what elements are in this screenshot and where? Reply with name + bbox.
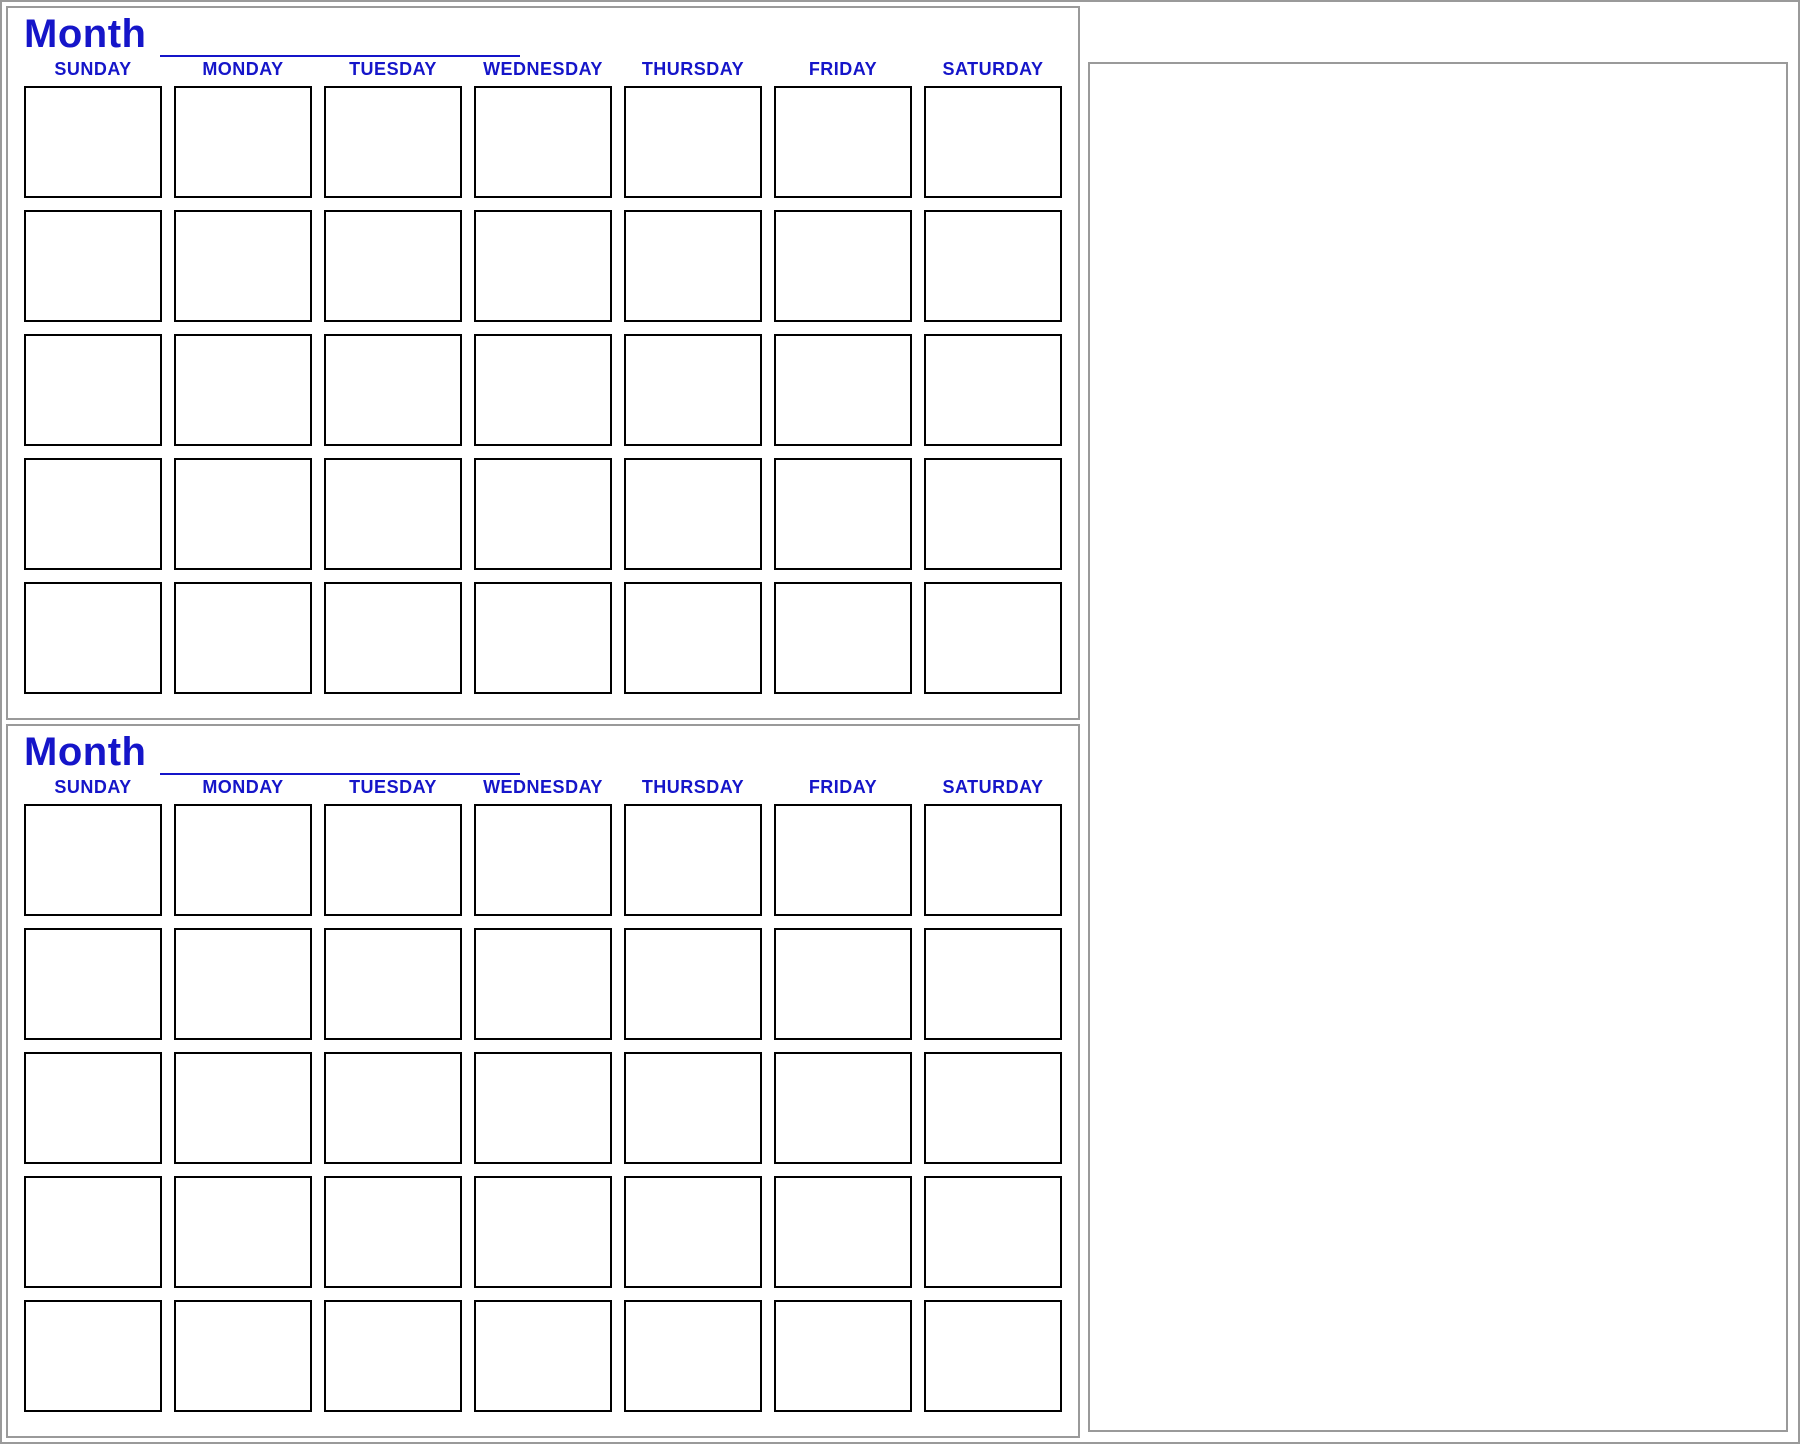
calendar-cell[interactable] [474, 1300, 612, 1412]
month-name-input-2[interactable] [160, 745, 520, 775]
calendar-cell[interactable] [774, 334, 912, 446]
day-header: TUESDAY [324, 59, 462, 80]
calendar-grid-2 [24, 804, 1062, 1412]
month-block-1: Month SUNDAY MONDAY TUESDAY WEDNESDAY TH… [6, 6, 1080, 720]
calendar-cell[interactable] [174, 582, 312, 694]
day-header: FRIDAY [774, 59, 912, 80]
day-headers-1: SUNDAY MONDAY TUESDAY WEDNESDAY THURSDAY… [24, 59, 1062, 80]
day-header: THURSDAY [624, 59, 762, 80]
calendar-cell[interactable] [924, 1176, 1062, 1288]
calendar-cell[interactable] [174, 1176, 312, 1288]
month-label-1: Month [24, 12, 146, 57]
calendar-cell[interactable] [774, 1300, 912, 1412]
calendar-cell[interactable] [474, 928, 612, 1040]
calendar-cell[interactable] [924, 804, 1062, 916]
calendar-cell[interactable] [474, 804, 612, 916]
month-block-2: Month SUNDAY MONDAY TUESDAY WEDNESDAY TH… [6, 724, 1080, 1438]
calendar-cell[interactable] [174, 458, 312, 570]
month-header-1: Month [24, 12, 1068, 57]
calendar-cell[interactable] [474, 458, 612, 570]
calendar-cell[interactable] [324, 210, 462, 322]
calendar-cell[interactable] [624, 804, 762, 916]
calendar-cell[interactable] [24, 1176, 162, 1288]
calendar-cell[interactable] [174, 1300, 312, 1412]
day-header: SATURDAY [924, 777, 1062, 798]
calendar-cell[interactable] [324, 1176, 462, 1288]
calendar-cell[interactable] [24, 928, 162, 1040]
calendar-cell[interactable] [174, 334, 312, 446]
calendar-cell[interactable] [624, 334, 762, 446]
calendar-cell[interactable] [624, 1052, 762, 1164]
calendar-cell[interactable] [324, 86, 462, 198]
day-header: MONDAY [174, 59, 312, 80]
planner-page: Month SUNDAY MONDAY TUESDAY WEDNESDAY TH… [0, 0, 1800, 1444]
calendar-cell[interactable] [624, 210, 762, 322]
day-header: SUNDAY [24, 59, 162, 80]
calendar-cell[interactable] [474, 334, 612, 446]
calendar-cell[interactable] [474, 1052, 612, 1164]
day-header: MONDAY [174, 777, 312, 798]
calendar-cell[interactable] [174, 928, 312, 1040]
calendar-cell[interactable] [624, 86, 762, 198]
month-name-input-1[interactable] [160, 27, 520, 57]
calendar-cell[interactable] [324, 1300, 462, 1412]
calendar-cell[interactable] [474, 86, 612, 198]
day-header: THURSDAY [624, 777, 762, 798]
calendar-cell[interactable] [774, 1052, 912, 1164]
calendar-cell[interactable] [324, 804, 462, 916]
calendar-cell[interactable] [924, 1052, 1062, 1164]
calendar-cell[interactable] [624, 1176, 762, 1288]
calendar-cell[interactable] [324, 334, 462, 446]
calendar-cell[interactable] [474, 210, 612, 322]
calendar-cell[interactable] [774, 86, 912, 198]
calendar-cell[interactable] [774, 582, 912, 694]
notes-panel[interactable] [1088, 62, 1788, 1432]
calendar-cell[interactable] [924, 86, 1062, 198]
calendar-cell[interactable] [624, 458, 762, 570]
calendar-cell[interactable] [624, 1300, 762, 1412]
calendar-cell[interactable] [24, 458, 162, 570]
calendar-cell[interactable] [24, 582, 162, 694]
calendar-cell[interactable] [774, 458, 912, 570]
calendar-cell[interactable] [24, 1052, 162, 1164]
calendar-cell[interactable] [624, 928, 762, 1040]
calendar-cell[interactable] [924, 1300, 1062, 1412]
calendar-cell[interactable] [324, 582, 462, 694]
calendar-cell[interactable] [474, 1176, 612, 1288]
calendar-cell[interactable] [24, 334, 162, 446]
calendar-cell[interactable] [924, 458, 1062, 570]
calendar-cell[interactable] [24, 210, 162, 322]
day-header: SATURDAY [924, 59, 1062, 80]
calendar-cell[interactable] [324, 458, 462, 570]
calendar-cell[interactable] [174, 1052, 312, 1164]
calendar-grid-1 [24, 86, 1062, 694]
calendar-cell[interactable] [924, 210, 1062, 322]
calendar-cell[interactable] [774, 804, 912, 916]
calendar-cell[interactable] [24, 804, 162, 916]
calendar-cell[interactable] [924, 582, 1062, 694]
day-header: SUNDAY [24, 777, 162, 798]
calendar-cell[interactable] [774, 928, 912, 1040]
calendar-cell[interactable] [24, 1300, 162, 1412]
calendar-cell[interactable] [774, 1176, 912, 1288]
day-header: WEDNESDAY [474, 59, 612, 80]
day-header: FRIDAY [774, 777, 912, 798]
calendar-cell[interactable] [924, 928, 1062, 1040]
calendar-cell[interactable] [624, 582, 762, 694]
day-headers-2: SUNDAY MONDAY TUESDAY WEDNESDAY THURSDAY… [24, 777, 1062, 798]
month-header-2: Month [24, 730, 1068, 775]
calendar-cell[interactable] [24, 86, 162, 198]
day-header: WEDNESDAY [474, 777, 612, 798]
day-header: TUESDAY [324, 777, 462, 798]
calendar-column: Month SUNDAY MONDAY TUESDAY WEDNESDAY TH… [6, 6, 1080, 1438]
calendar-cell[interactable] [774, 210, 912, 322]
calendar-cell[interactable] [324, 1052, 462, 1164]
calendar-cell[interactable] [324, 928, 462, 1040]
calendar-cell[interactable] [924, 334, 1062, 446]
calendar-cell[interactable] [174, 210, 312, 322]
month-label-2: Month [24, 730, 146, 775]
calendar-cell[interactable] [474, 582, 612, 694]
calendar-cell[interactable] [174, 86, 312, 198]
calendar-cell[interactable] [174, 804, 312, 916]
